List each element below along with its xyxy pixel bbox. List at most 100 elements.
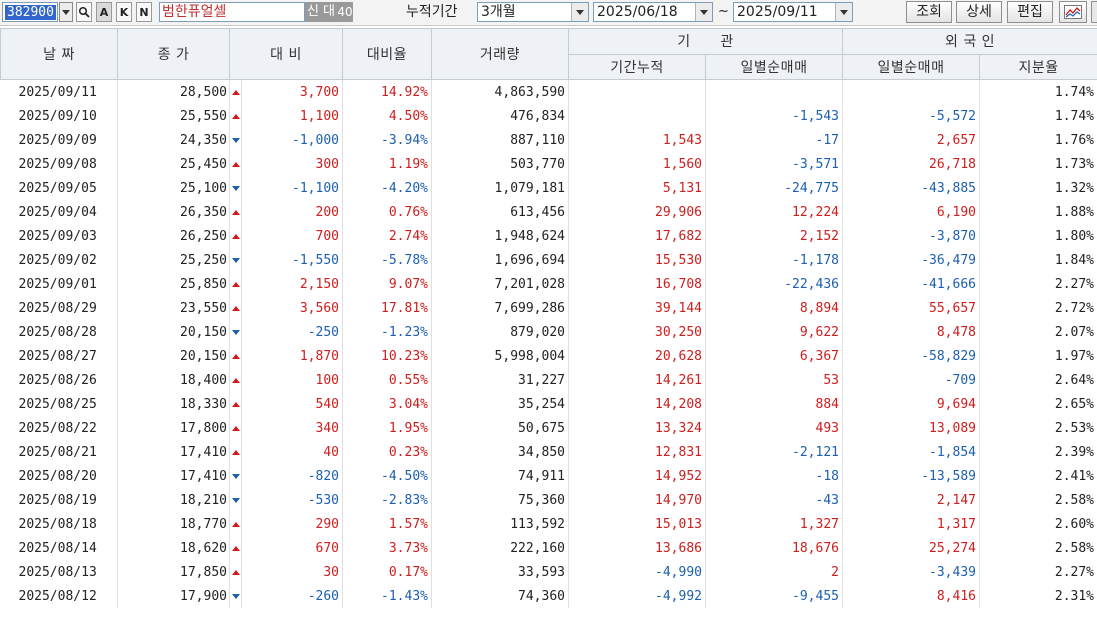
cell-direction — [229, 176, 242, 200]
cell-date: 2025/08/18 — [0, 512, 118, 536]
cell-inst-cumulative — [568, 79, 706, 104]
cell-inst-cumulative: 5,131 — [568, 176, 706, 200]
table-row[interactable]: 2025/08/14 18,620 670 3.73% 222,160 13,686 18,… — [0, 536, 1097, 560]
detail-button[interactable]: 상세 — [956, 1, 1002, 23]
table-row[interactable]: 2025/09/10 25,550 1,100 4.50% 476,834 -1,543-… — [0, 104, 1097, 128]
cell-rate: 2.74% — [342, 224, 432, 248]
header-diff[interactable]: 대 비 — [229, 28, 343, 80]
cell-inst-cumulative — [568, 104, 706, 128]
date-from-field[interactable]: 2025/06/18 — [593, 2, 713, 22]
table-row[interactable]: 2025/08/19 18,210 -530 -2.83% 75,360 14,970 -4… — [0, 488, 1097, 512]
cell-direction — [229, 584, 242, 608]
cell-direction — [229, 488, 242, 512]
table-row[interactable]: 2025/09/05 25,100 -1,100 -4.20% 1,079,181 5,1… — [0, 176, 1097, 200]
header-foreign-daily[interactable]: 일별순매매 — [842, 53, 980, 80]
market-k-button[interactable]: K — [116, 2, 132, 22]
table-row[interactable]: 2025/09/03 26,250 700 2.74% 1,948,624 17,682 2… — [0, 224, 1097, 248]
chart-button[interactable] — [1059, 1, 1087, 23]
cell-date: 2025/08/22 — [0, 416, 118, 440]
header-foreign-share[interactable]: 지분율 — [978, 53, 1097, 80]
cell-foreign-share: 2.64% — [979, 368, 1097, 392]
cell-direction — [229, 344, 242, 368]
cell-inst-cumulative: 1,560 — [568, 152, 706, 176]
stock-code-dropdown-button[interactable] — [59, 2, 73, 22]
period-select[interactable]: 3개월 — [477, 2, 589, 22]
more-button[interactable] — [1091, 1, 1097, 23]
cell-diff: 1,870 — [241, 344, 343, 368]
arrow-up-icon — [232, 353, 240, 359]
cell-foreign-daily: -3,870 — [842, 224, 980, 248]
date-from-calendar-button[interactable] — [695, 3, 712, 21]
cell-close: 18,330 — [117, 392, 230, 416]
cell-foreign-daily: -5,572 — [842, 104, 980, 128]
table-row[interactable]: 2025/09/04 26,350 200 0.76% 613,456 29,906 12,… — [0, 200, 1097, 224]
cell-date: 2025/08/12 — [0, 584, 118, 608]
cell-close: 20,150 — [117, 344, 230, 368]
header-institution: 기 관 — [568, 28, 843, 55]
arrow-up-icon — [232, 161, 240, 167]
table-row[interactable]: 2025/09/08 25,450 300 1.19% 503,770 1,560 -3,5… — [0, 152, 1097, 176]
table-row[interactable]: 2025/08/27 20,150 1,870 10.23% 5,998,004 20,6… — [0, 344, 1097, 368]
table-row[interactable]: 2025/08/29 23,550 3,560 17.81% 7,699,286 39,1… — [0, 296, 1097, 320]
market-n-button[interactable]: N — [136, 2, 152, 22]
cell-date: 2025/09/08 — [0, 152, 118, 176]
table-row[interactable]: 2025/08/20 17,410 -820 -4.50% 74,911 14,952 -1… — [0, 464, 1097, 488]
arrow-down-icon — [232, 137, 240, 143]
cell-volume: 1,079,181 — [431, 176, 569, 200]
cell-volume: 476,834 — [431, 104, 569, 128]
period-value: 3개월 — [481, 4, 516, 20]
cell-volume: 74,360 — [431, 584, 569, 608]
table-row[interactable]: 2025/08/25 18,330 540 3.04% 35,254 14,208 884 9… — [0, 392, 1097, 416]
period-dropdown-arrow[interactable] — [571, 3, 588, 21]
cell-foreign-daily: 1,317 — [842, 512, 980, 536]
chevron-down-icon — [700, 9, 708, 15]
header-inst-cumulative[interactable]: 기간누적 — [568, 53, 706, 80]
cell-foreign-share: 1.73% — [979, 152, 1097, 176]
arrow-up-icon — [232, 377, 240, 383]
table-row[interactable]: 2025/09/01 25,850 2,150 9.07% 7,201,028 16,70… — [0, 272, 1097, 296]
arrow-up-icon — [232, 569, 240, 575]
table-row[interactable]: 2025/09/11 28,500 3,700 14.92% 4,863,590 1.74… — [0, 79, 1097, 104]
table-row[interactable]: 2025/08/18 18,770 290 1.57% 113,592 15,013 1,3… — [0, 512, 1097, 536]
cell-foreign-share: 1.97% — [979, 344, 1097, 368]
cell-foreign-share: 1.74% — [979, 79, 1097, 104]
cell-direction — [229, 536, 242, 560]
header-date[interactable]: 날 짜 — [0, 28, 118, 80]
header-rate[interactable]: 대비율 — [342, 28, 432, 80]
stock-search-button[interactable] — [76, 2, 92, 22]
cell-foreign-daily: -3,439 — [842, 560, 980, 584]
cell-direction — [229, 464, 242, 488]
cell-inst-daily — [705, 79, 843, 104]
cell-inst-cumulative: 30,250 — [568, 320, 706, 344]
table-row[interactable]: 2025/09/02 25,250 -1,550 -5.78% 1,696,694 15,… — [0, 248, 1097, 272]
table-row[interactable]: 2025/08/26 18,400 100 0.55% 31,227 14,261 53 -7… — [0, 368, 1097, 392]
table-row[interactable]: 2025/08/21 17,410 40 0.23% 34,850 12,831 -2,12… — [0, 440, 1097, 464]
table-row[interactable]: 2025/08/12 17,900 -260 -1.43% 74,360 -4,992 -9… — [0, 584, 1097, 608]
stock-code-input[interactable]: 382900 — [2, 2, 58, 22]
cell-volume: 7,201,028 — [431, 272, 569, 296]
cell-diff: 540 — [241, 392, 343, 416]
cell-close: 18,400 — [117, 368, 230, 392]
header-close[interactable]: 종 가 — [117, 28, 230, 80]
date-to-field[interactable]: 2025/09/11 — [733, 2, 853, 22]
table-row[interactable]: 2025/08/13 17,850 30 0.17% 33,593 -4,990 2 -3,4… — [0, 560, 1097, 584]
edit-button[interactable]: 편집 — [1007, 1, 1053, 23]
date-to-calendar-button[interactable] — [835, 3, 852, 21]
header-foreign: 외 국 인 — [841, 28, 1097, 55]
cell-volume: 31,227 — [431, 368, 569, 392]
table-row[interactable]: 2025/08/22 17,800 340 1.95% 50,675 13,324 493 1… — [0, 416, 1097, 440]
table-row[interactable]: 2025/08/28 20,150 -250 -1.23% 879,020 30,250 9… — [0, 320, 1097, 344]
cell-volume: 113,592 — [431, 512, 569, 536]
cell-rate: -5.78% — [342, 248, 432, 272]
cell-diff: -820 — [241, 464, 343, 488]
header-inst-daily[interactable]: 일별순매매 — [705, 53, 843, 80]
cell-close: 17,410 — [117, 464, 230, 488]
table-row[interactable]: 2025/09/09 24,350 -1,000 -3.94% 887,110 1,543… — [0, 128, 1097, 152]
query-button[interactable]: 조회 — [906, 1, 952, 23]
header-volume[interactable]: 거래량 — [431, 28, 569, 80]
cell-date: 2025/08/20 — [0, 464, 118, 488]
market-a-button[interactable]: A — [96, 2, 112, 22]
table-body: 2025/09/11 28,500 3,700 14.92% 4,863,590 1.74… — [0, 79, 1097, 608]
arrow-down-icon — [232, 473, 240, 479]
cell-foreign-daily: 2,147 — [842, 488, 980, 512]
